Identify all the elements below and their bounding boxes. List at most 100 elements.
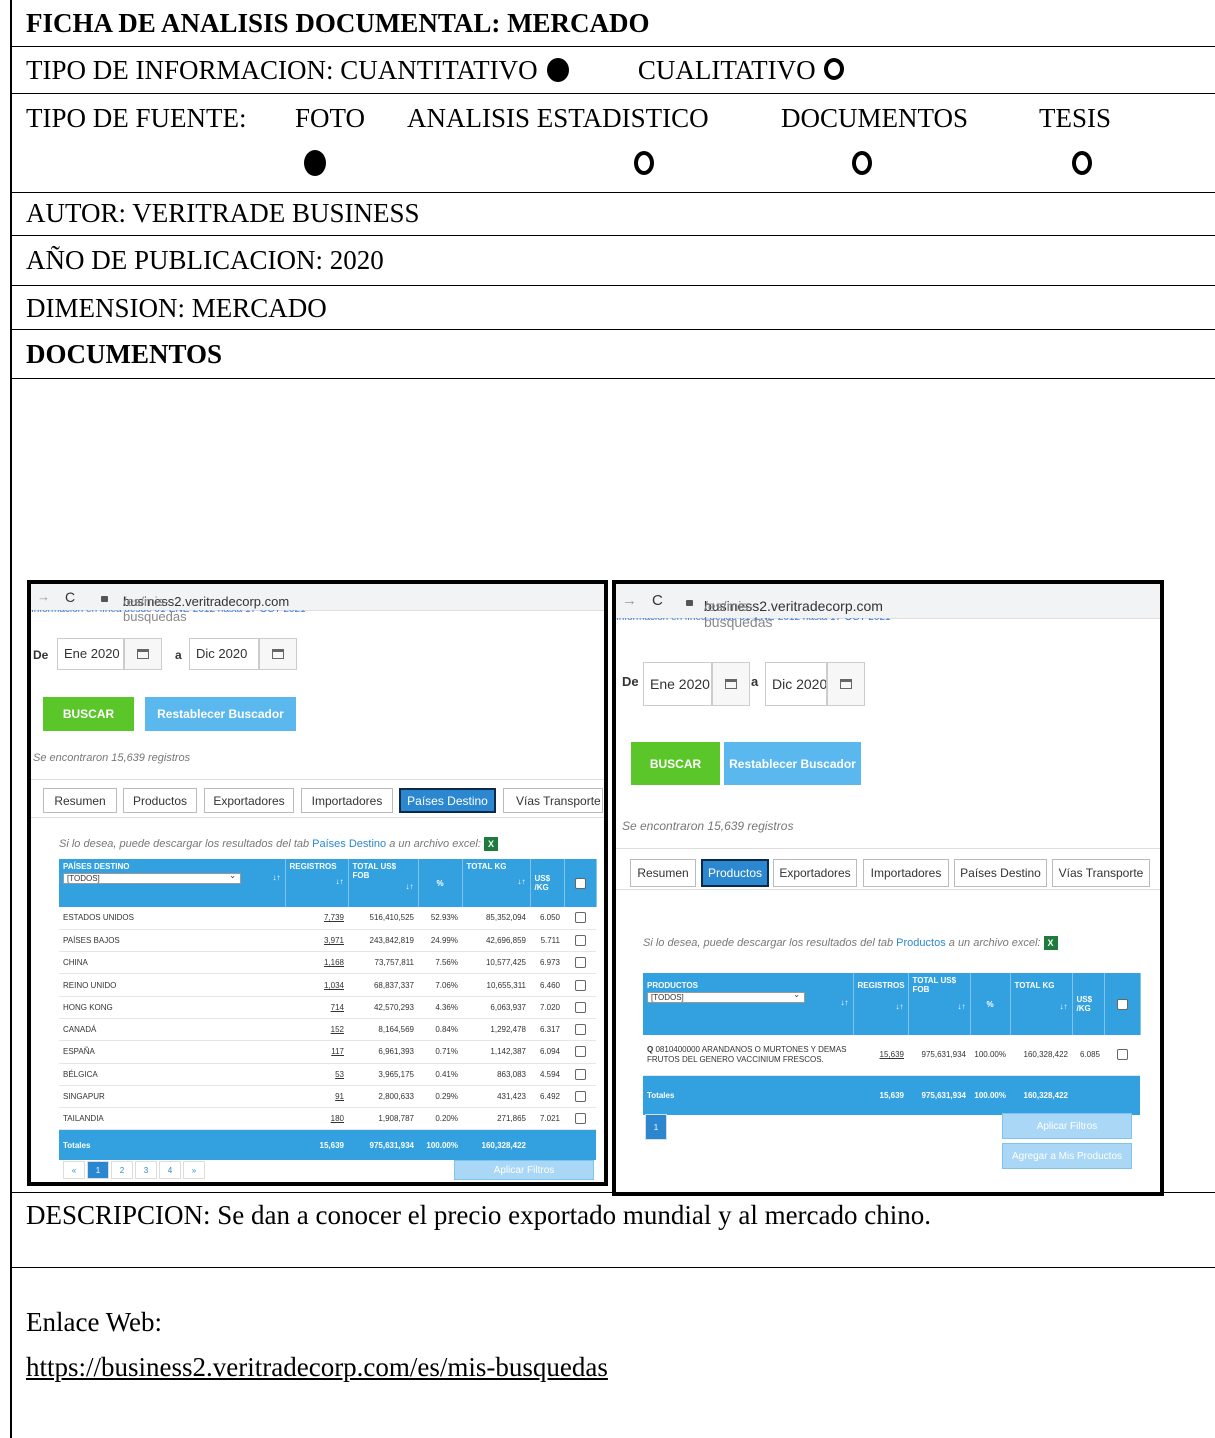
quantitative-selected-icon[interactable] (547, 57, 570, 82)
form-title: FICHA DE ANALISIS DOCUMENTAL: MERCADO (26, 8, 650, 38)
tab-importadores[interactable]: Importadores (301, 788, 393, 813)
row-registros[interactable]: 15,639 (853, 1035, 908, 1076)
row-country: ESPAÑA (59, 1040, 285, 1064)
row-registros[interactable]: 180 (285, 1107, 348, 1131)
tab-resumen[interactable]: Resumen (43, 788, 117, 813)
thesis-unselected-icon[interactable] (1072, 151, 1092, 175)
row-registros[interactable]: 1,034 (285, 973, 348, 997)
tab-exportadores[interactable]: Exportadores (204, 788, 294, 813)
row-registros[interactable]: 91 (285, 1085, 348, 1109)
row-checkbox[interactable] (574, 1091, 586, 1103)
search-button[interactable]: BUSCAR (631, 742, 720, 785)
browser-address-bar[interactable]: → C business2.veritradecorp.com/es/mis-b… (616, 584, 1160, 630)
calendar-from-icon[interactable] (124, 638, 162, 670)
reload-icon[interactable]: C (652, 592, 663, 609)
tab-exportadores[interactable]: Exportadores (773, 859, 857, 887)
page-1[interactable]: 1 (645, 1114, 667, 1140)
row-checkbox[interactable] (574, 957, 586, 969)
page-1[interactable]: 1 (87, 1161, 109, 1179)
sort-icon[interactable]: ↓↑ (958, 1002, 966, 1011)
row-total-fob: 975,631,934 (908, 1035, 970, 1076)
product-filter-select[interactable]: [TODOS] (647, 990, 805, 1003)
calendar-to-icon[interactable] (827, 662, 865, 706)
pagination: « 1 2 3 4 » (63, 1161, 207, 1179)
table-row: CANADÁ 152 8,164,569 0.84% 1,292,478 6.317 (59, 1018, 596, 1042)
info-type-row: TIPO DE INFORMACION: CUANTITATIVO CUALIT… (12, 46, 1215, 94)
row-usd-kg: 6.085 (1072, 1035, 1104, 1076)
reset-search-button[interactable]: Restablecer Buscador (724, 742, 861, 785)
search-button[interactable]: BUSCAR (43, 697, 134, 731)
row-total-kg: 85,352,094 (462, 907, 530, 930)
row-checkbox[interactable] (574, 1001, 586, 1013)
page-next[interactable]: » (183, 1161, 205, 1179)
tab-vias-transporte[interactable]: Vías Transporte (503, 788, 603, 813)
tab-importadores[interactable]: Importadores (863, 859, 949, 887)
tab-paises-destino[interactable]: Países Destino (399, 788, 496, 813)
sort-icon[interactable]: ↓↑ (273, 873, 281, 882)
excel-icon[interactable]: X (1043, 936, 1058, 950)
row-checkbox[interactable] (574, 1024, 586, 1036)
row-checkbox[interactable] (574, 979, 586, 991)
row-registros[interactable]: 7,739 (285, 907, 348, 930)
excel-icon[interactable]: X (484, 837, 498, 851)
date-to-input[interactable]: Dic 2020 (765, 662, 827, 706)
search-icon[interactable]: Q (647, 1045, 653, 1054)
row-registros[interactable]: 714 (285, 996, 348, 1019)
row-registros[interactable]: 53 (285, 1063, 348, 1086)
page-4[interactable]: 4 (159, 1161, 181, 1179)
row-checkbox[interactable] (574, 1046, 586, 1058)
row-registros[interactable]: 1,168 (285, 951, 348, 975)
sort-icon[interactable]: ↓↑ (336, 877, 344, 886)
apply-filters-button[interactable]: Aplicar Filtros (454, 1160, 594, 1180)
page-prev[interactable]: « (63, 1161, 85, 1179)
sort-icon[interactable]: ↓↑ (518, 877, 526, 886)
row-registros[interactable]: 117 (285, 1040, 348, 1064)
row-percent: 0.41% (418, 1063, 462, 1086)
sort-icon[interactable]: ↓↑ (841, 998, 849, 1007)
select-all-checkbox[interactable] (574, 877, 586, 889)
calendar-from-icon[interactable] (712, 662, 750, 706)
forward-arrow-icon[interactable]: → (622, 592, 637, 609)
screenshot-productos: → C business2.veritradecorp.com/es/mis-b… (612, 580, 1164, 1196)
tab-productos[interactable]: Productos (123, 788, 197, 813)
lock-icon (686, 593, 693, 608)
date-from-input[interactable]: Ene 2020 (643, 662, 712, 706)
date-from-input[interactable]: Ene 2020 (57, 638, 124, 670)
reload-icon[interactable]: C (65, 589, 75, 605)
browser-address-bar[interactable]: → C business2.veritradecorp.com/es/mis-b… (31, 584, 604, 624)
web-link-url[interactable]: https://business2.veritradecorp.com/es/m… (26, 1354, 608, 1381)
download-hint: Si lo desea, puede descargar los resulta… (643, 936, 1058, 950)
calendar-to-icon[interactable] (259, 638, 297, 670)
download-tab-link[interactable]: Productos (896, 937, 946, 949)
row-checkbox[interactable] (1116, 1049, 1128, 1061)
download-tab-link[interactable]: Países Destino (312, 838, 386, 850)
row-checkbox[interactable] (574, 912, 586, 924)
tab-paises-destino[interactable]: Países Destino (954, 859, 1047, 887)
forward-arrow-icon[interactable]: → (37, 589, 50, 604)
row-registros[interactable]: 3,971 (285, 929, 348, 953)
tab-resumen[interactable]: Resumen (630, 859, 696, 887)
documents-unselected-icon[interactable] (852, 151, 872, 175)
reset-search-button[interactable]: Restablecer Buscador (145, 697, 296, 731)
apply-filters-button[interactable]: Aplicar Filtros (1002, 1113, 1132, 1139)
sort-icon[interactable]: ↓↑ (406, 882, 414, 891)
row-percent: 100.00% (970, 1035, 1010, 1076)
sort-icon[interactable]: ↓↑ (896, 1002, 904, 1011)
statistical-unselected-icon[interactable] (634, 151, 654, 175)
row-registros[interactable]: 152 (285, 1018, 348, 1042)
row-checkbox[interactable] (574, 934, 586, 946)
row-checkbox[interactable] (574, 1068, 586, 1080)
sort-icon[interactable]: ↓↑ (1060, 1002, 1068, 1011)
page-3[interactable]: 3 (135, 1161, 157, 1179)
select-all-checkbox[interactable] (1116, 998, 1128, 1010)
header-total-kg: TOTAL KG ↓↑ (462, 859, 531, 907)
page-2[interactable]: 2 (111, 1161, 133, 1179)
tab-productos[interactable]: Productos (701, 859, 769, 887)
qualitative-unselected-icon[interactable] (824, 57, 845, 80)
tab-vias-transporte[interactable]: Vías Transporte (1052, 859, 1150, 887)
photo-selected-icon[interactable] (304, 150, 326, 176)
add-to-my-products-button[interactable]: Agregar a Mis Productos (1002, 1143, 1132, 1169)
row-checkbox[interactable] (574, 1113, 586, 1125)
date-to-input[interactable]: Dic 2020 (189, 638, 259, 670)
country-filter-select[interactable]: [TODOS] (63, 871, 241, 884)
